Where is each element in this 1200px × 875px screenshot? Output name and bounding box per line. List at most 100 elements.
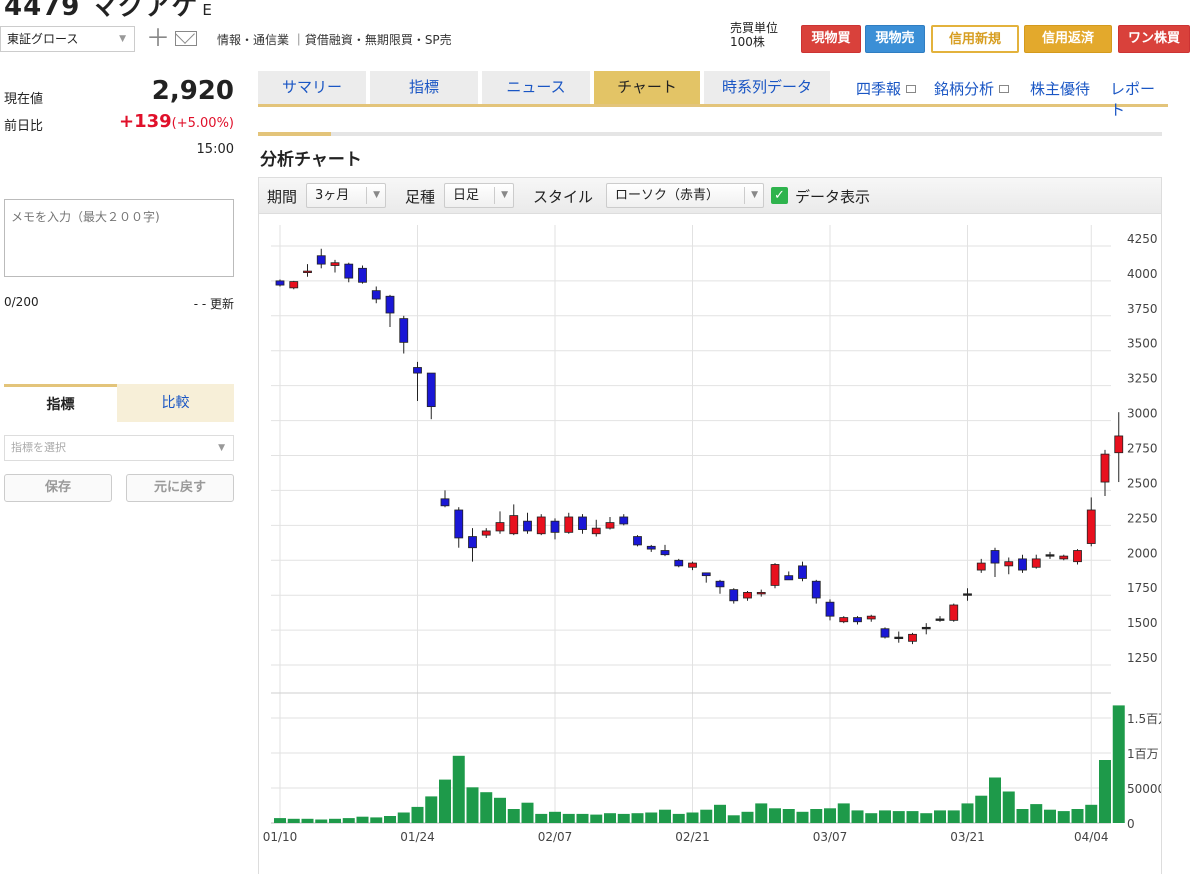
volume-bar bbox=[810, 809, 823, 823]
change-label: 前日比 bbox=[4, 119, 44, 134]
candle-body bbox=[481, 530, 491, 536]
chevron-down-icon: ▼ bbox=[373, 190, 380, 200]
market-select[interactable]: 東証グロース ▼ bbox=[0, 26, 135, 52]
volume-tick-label: 1百万 bbox=[1127, 747, 1159, 761]
price-tick-label: 4250 bbox=[1127, 232, 1158, 246]
x-tick-label: 04/04 bbox=[1074, 830, 1109, 844]
trading-unit-value: 100株 bbox=[730, 35, 765, 49]
chevron-down-icon: ▼ bbox=[751, 190, 758, 200]
link-shikiho[interactable]: 四季報 bbox=[856, 78, 917, 99]
cash-sell-button[interactable]: 現物売 bbox=[865, 25, 925, 53]
volume-tick-label: 500000 bbox=[1127, 782, 1161, 796]
foot-label: 足種 bbox=[405, 188, 436, 206]
add-icon[interactable]: ＋ bbox=[146, 25, 170, 51]
candle-body bbox=[619, 516, 629, 525]
candle-body bbox=[275, 280, 285, 286]
period-select[interactable]: 3ヶ月 ▼ bbox=[306, 183, 386, 208]
change-amount: +139 bbox=[119, 111, 172, 132]
volume-bar bbox=[521, 802, 534, 823]
reset-button[interactable]: 元に戻す bbox=[126, 474, 234, 502]
one-share-buy-button[interactable]: ワン株買 bbox=[1118, 25, 1190, 53]
tab-chart[interactable]: チャート bbox=[594, 71, 700, 104]
candle-body bbox=[385, 295, 395, 314]
memo-input[interactable] bbox=[4, 199, 234, 277]
change-percent: (+5.00%) bbox=[171, 116, 234, 131]
volume-bar bbox=[1112, 705, 1125, 823]
candle-body bbox=[330, 262, 340, 266]
volume-bar bbox=[315, 819, 328, 823]
volume-bar bbox=[1099, 760, 1111, 823]
candle-body bbox=[935, 618, 945, 621]
period-label: 期間 bbox=[267, 188, 298, 206]
cash-buy-button[interactable]: 現物買 bbox=[801, 25, 861, 53]
price-value: 2,920 bbox=[151, 76, 234, 106]
candle-body bbox=[1059, 555, 1069, 560]
volume-bar bbox=[301, 818, 314, 823]
volume-bar bbox=[865, 813, 878, 823]
section-divider bbox=[258, 132, 1162, 136]
volume-bar bbox=[686, 812, 699, 823]
volume-bar bbox=[439, 779, 451, 823]
candle-body bbox=[1073, 550, 1082, 563]
tab-compare[interactable]: 比較 bbox=[117, 384, 234, 422]
volume-bar bbox=[1044, 809, 1056, 823]
candle-body bbox=[509, 515, 519, 535]
candle-body bbox=[316, 255, 326, 265]
link-analysis-label: 銘柄分析 bbox=[934, 80, 995, 98]
candle-body bbox=[605, 522, 615, 529]
volume-bar bbox=[1071, 809, 1084, 823]
link-benefits[interactable]: 株主優待 bbox=[1030, 78, 1090, 99]
volume-bar bbox=[851, 810, 864, 823]
price-tick-label: 2250 bbox=[1127, 511, 1158, 525]
margin-repay-button[interactable]: 信用返済 bbox=[1024, 25, 1112, 53]
tab-news[interactable]: ニュース bbox=[482, 71, 590, 104]
trading-unit-label: 売買単位 bbox=[730, 21, 779, 35]
volume-bar bbox=[535, 813, 548, 823]
x-tick-label: 01/10 bbox=[263, 830, 298, 844]
margin-new-button[interactable]: 信用新規 bbox=[931, 25, 1019, 53]
tab-summary[interactable]: サマリー bbox=[258, 71, 366, 104]
volume-bar bbox=[342, 818, 355, 823]
candle-body bbox=[399, 318, 409, 343]
volume-bar bbox=[562, 813, 575, 823]
market-code: E bbox=[202, 1, 213, 19]
candle-body bbox=[550, 520, 560, 533]
price-tick-label: 4000 bbox=[1127, 267, 1158, 281]
chevron-down-icon: ▼ bbox=[119, 34, 126, 44]
candlestick-chart[interactable]: 01/10 01/24 02/07 02/21 03/07 03/21 04/04 4250 4… bbox=[259, 215, 1161, 875]
mail-icon[interactable] bbox=[175, 31, 197, 46]
link-analysis[interactable]: 銘柄分析 bbox=[934, 78, 1010, 99]
volume-bar bbox=[397, 812, 410, 823]
volume-bar bbox=[769, 808, 781, 823]
price-tick-label: 3250 bbox=[1127, 372, 1158, 386]
candle-body bbox=[564, 516, 574, 533]
indicator-select[interactable]: 指標を選択 ▼ bbox=[4, 435, 234, 461]
foot-select[interactable]: 日足 ▼ bbox=[444, 183, 514, 208]
tab-indicator[interactable]: 指標 bbox=[4, 384, 117, 422]
candle-body bbox=[756, 592, 766, 595]
volume-bar bbox=[1085, 804, 1098, 823]
volume-bar bbox=[796, 811, 809, 823]
tab-indicators[interactable]: 指標 bbox=[370, 71, 478, 104]
price-tick-label: 3750 bbox=[1127, 302, 1158, 316]
candle-body bbox=[825, 601, 835, 617]
data-display-checkbox[interactable]: ✓ bbox=[771, 187, 788, 204]
candle-body bbox=[743, 592, 752, 599]
link-report[interactable]: レポート bbox=[1110, 78, 1168, 120]
candle-body bbox=[688, 562, 697, 568]
price-tick-label: 2000 bbox=[1127, 546, 1158, 560]
section-divider-accent bbox=[258, 132, 331, 136]
side-tabs: 指標 比較 bbox=[4, 384, 234, 422]
data-display-label: データ表示 bbox=[795, 188, 871, 206]
volume-bar bbox=[714, 804, 726, 823]
save-button[interactable]: 保存 bbox=[4, 474, 112, 502]
chart-panel: 期間 3ヶ月 ▼ 足種 日足 ▼ スタイル ローソク（赤青） ▼ ✓ データ表示… bbox=[258, 177, 1162, 874]
foot-value: 日足 bbox=[453, 188, 480, 203]
price-tick-label: 1750 bbox=[1127, 581, 1158, 595]
volume-bar bbox=[411, 806, 424, 823]
candle-body bbox=[578, 516, 587, 530]
tab-timeseries[interactable]: 時系列データ bbox=[704, 71, 830, 104]
style-select[interactable]: ローソク（赤青） ▼ bbox=[606, 183, 764, 208]
candle-body bbox=[1100, 453, 1110, 483]
price-tick-label: 3000 bbox=[1127, 407, 1158, 421]
